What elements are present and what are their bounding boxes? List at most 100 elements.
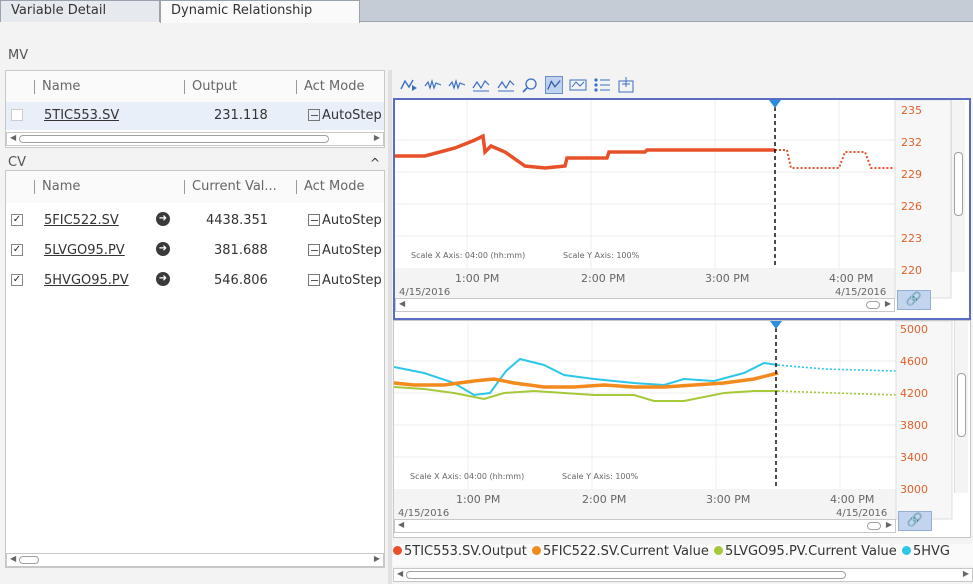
arrow-right-icon[interactable]: ➜ xyxy=(156,272,170,286)
x-tick-label: 2:00 PM xyxy=(582,493,626,506)
mv-table-row[interactable]: 5TIC553.SV 231.118 AutoStep xyxy=(6,102,384,130)
mv-hscroll-thumb[interactable] xyxy=(19,135,329,143)
scale-x-label: Scale X Axis: 04:00 (hh:mm) xyxy=(410,472,524,481)
y-tick-label: 229 xyxy=(901,168,922,181)
link-icon: 🔗 xyxy=(905,292,923,307)
cv-row-value: 546.806 xyxy=(214,273,268,288)
cv-chart-hscroll-thumb[interactable] xyxy=(867,522,881,530)
mode-icon xyxy=(308,109,320,121)
y-tick-label: 3400 xyxy=(900,451,928,464)
arrow-right-icon[interactable]: ➜ xyxy=(156,242,170,256)
trend-step-3-icon[interactable] xyxy=(472,76,490,94)
cv-chart-hscroll[interactable]: ◀ ▶ xyxy=(394,519,896,533)
tab-bar: Variable Detail Dynamic Relationship xyxy=(0,0,973,23)
trend-play-icon[interactable] xyxy=(400,76,418,94)
y-tick-label: 220 xyxy=(901,264,922,277)
cv-row-checkbox[interactable]: ✓ xyxy=(11,244,23,256)
legend-list-icon[interactable] xyxy=(593,76,611,94)
cv-row-mode[interactable]: AutoStep xyxy=(308,273,386,288)
cv-hscroll[interactable]: ◀ ▶ xyxy=(6,553,384,567)
cv-chart-vscroll[interactable] xyxy=(954,321,968,493)
legend-item[interactable]: 5HVG xyxy=(901,544,950,559)
cv-col-act-mode[interactable]: Act Mode xyxy=(296,179,386,194)
trend-step-2-icon[interactable] xyxy=(448,76,466,94)
cv-trend-svg: Scale X Axis: 04:00 (hh:mm) Scale Y Axis… xyxy=(394,321,953,520)
mv-row-mode[interactable]: AutoStep xyxy=(308,108,386,123)
panel-splitter[interactable] xyxy=(388,70,392,584)
x-tick-label: 4:00 PM xyxy=(829,272,873,285)
cv-row-name[interactable]: 5LVGO95.PV xyxy=(44,243,125,258)
export-icon[interactable] xyxy=(617,76,635,94)
scroll-right-icon[interactable]: ▶ xyxy=(374,554,380,563)
y-tick-label: 226 xyxy=(901,200,922,213)
mv-col-name[interactable]: Name xyxy=(34,79,174,94)
mode-icon xyxy=(308,274,320,286)
y-tick-label: 3000 xyxy=(900,483,928,496)
cv-section-label: CV xyxy=(8,155,26,170)
mv-row-output: 231.118 xyxy=(214,108,268,123)
legend-item[interactable]: 5LVGO95.PV.Current Value xyxy=(713,544,897,559)
cv-row-checkbox[interactable]: ✓ xyxy=(11,274,23,286)
cv-row-name[interactable]: 5HVGO95.PV xyxy=(44,273,129,288)
legend-item[interactable]: 5FIC522.SV.Current Value xyxy=(531,544,709,559)
mv-chart-vscroll-thumb[interactable] xyxy=(954,152,963,216)
tab-variable-detail[interactable]: Variable Detail xyxy=(0,0,160,22)
trend-fit-icon[interactable] xyxy=(544,76,563,94)
scale-y-label: Scale Y Axis: 100% xyxy=(563,251,640,260)
cv-table-row[interactable]: ✓ 5HVGO95.PV ➜ 546.806 AutoStep xyxy=(6,267,384,295)
scroll-right-icon[interactable]: ▶ xyxy=(885,299,891,308)
cv-table-row[interactable]: ✓ 5FIC522.SV ➜ 4438.351 AutoStep xyxy=(6,207,384,235)
mv-trend-chart[interactable]: Scale X Axis: 04:00 (hh:mm) Scale Y Axis… xyxy=(393,98,971,320)
legend-hscroll[interactable]: ◀ ▶ xyxy=(393,568,973,582)
date-left-label: 4/15/2016 xyxy=(398,508,449,519)
mv-chart-vscroll[interactable] xyxy=(951,100,965,272)
chart-legend: 5TIC553.SV.Output 5FIC522.SV.Current Val… xyxy=(393,544,973,566)
mv-grid-header: Name Output Act Mode xyxy=(6,71,384,103)
legend-item[interactable]: 5TIC553.SV.Output xyxy=(393,544,527,559)
zoom-time-icon[interactable] xyxy=(521,76,539,94)
x-tick-label: 4:00 PM xyxy=(830,493,874,506)
arrow-right-icon[interactable]: ➜ xyxy=(156,212,170,226)
scroll-left-icon[interactable]: ◀ xyxy=(398,520,404,529)
cv-trend-chart[interactable]: Scale X Axis: 04:00 (hh:mm) Scale Y Axis… xyxy=(393,320,971,538)
link-axes-button[interactable]: 🔗 xyxy=(898,511,932,531)
legend-dot xyxy=(531,546,541,555)
scroll-right-icon[interactable]: ▶ xyxy=(374,133,380,142)
trend-step-1-icon[interactable] xyxy=(424,76,442,94)
mv-col-act-mode[interactable]: Act Mode xyxy=(296,79,386,94)
x-tick-label: 2:00 PM xyxy=(581,272,625,285)
cv-row-mode[interactable]: AutoStep xyxy=(308,213,386,228)
cv-row-mode[interactable]: AutoStep xyxy=(308,243,386,258)
trend-step-4-icon[interactable] xyxy=(497,76,515,94)
mv-col-output[interactable]: Output xyxy=(184,79,294,94)
cv-row-name[interactable]: 5FIC522.SV xyxy=(44,213,119,228)
mv-hscroll[interactable]: ◀ ▶ xyxy=(6,132,384,146)
cv-chart-vscroll-thumb[interactable] xyxy=(957,373,966,437)
cv-row-value: 4438.351 xyxy=(206,213,269,228)
cv-hscroll-thumb[interactable] xyxy=(19,556,39,564)
scroll-left-icon[interactable]: ◀ xyxy=(399,299,405,308)
mv-row-name[interactable]: 5TIC553.SV xyxy=(44,108,119,123)
scale-icon[interactable] xyxy=(569,76,587,94)
mode-icon xyxy=(308,214,320,226)
cv-table-row[interactable]: ✓ 5LVGO95.PV ➜ 381.688 AutoStep xyxy=(6,237,384,265)
mv-chart-hscroll-thumb[interactable] xyxy=(866,301,880,309)
cv-col-name[interactable]: Name xyxy=(34,179,174,194)
scroll-left-icon[interactable]: ◀ xyxy=(397,569,403,578)
y-tick-label: 5000 xyxy=(900,323,928,336)
legend-hscroll-thumb[interactable] xyxy=(406,571,846,579)
y-tick-label: 4200 xyxy=(900,387,928,400)
cv-row-checkbox[interactable]: ✓ xyxy=(11,214,23,226)
cv-col-current-value[interactable]: Current Val... xyxy=(184,179,294,194)
link-axes-button[interactable]: 🔗 xyxy=(897,290,931,310)
scroll-left-icon[interactable]: ◀ xyxy=(10,554,16,563)
x-tick-label: 1:00 PM xyxy=(455,272,499,285)
scroll-left-icon[interactable]: ◀ xyxy=(10,133,16,142)
y-tick-label: 232 xyxy=(901,136,922,149)
tab-dynamic-relationship[interactable]: Dynamic Relationship xyxy=(160,0,360,23)
scroll-right-icon[interactable]: ▶ xyxy=(963,569,969,578)
scroll-right-icon[interactable]: ▶ xyxy=(886,520,892,529)
mv-chart-hscroll[interactable]: ◀ ▶ xyxy=(395,298,895,312)
cv-row-value: 381.688 xyxy=(214,243,268,258)
cv-collapse-icon[interactable]: ^ xyxy=(370,156,380,170)
